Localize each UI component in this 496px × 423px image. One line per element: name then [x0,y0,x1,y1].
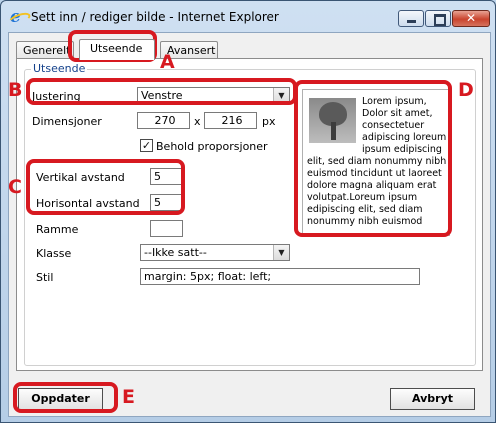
internet-explorer-icon: e [10,9,26,26]
border-label: Ramme [36,223,79,236]
tab-label: Utseende [90,42,143,55]
dimensions-separator: x [194,115,201,128]
annotation-label-c: C [8,176,22,198]
annotation-label-b: B [8,79,23,101]
chevron-down-icon[interactable]: ▼ [273,245,289,260]
annotation-label-e: E [122,386,135,408]
annotation-box-b [26,78,297,105]
minimize-icon [407,20,416,23]
style-input[interactable]: margin: 5px; float: left; [140,268,420,285]
dialog-window: e Sett inn / rediger bilde - Internet Ex… [0,0,496,423]
class-label: Klasse [36,247,72,260]
border-input[interactable] [150,220,183,237]
cancel-button[interactable]: Avbryt [390,388,475,410]
height-input[interactable]: 216 [204,112,257,129]
title-bar[interactable]: e Sett inn / rediger bilde - Internet Ex… [1,1,495,33]
tab-utseende[interactable]: Utseende [79,39,155,60]
window-title: Sett inn / rediger bilde - Internet Expl… [31,10,279,24]
close-icon: ✕ [465,11,477,25]
maximize-icon [434,14,446,26]
annotation-label-a: A [160,51,175,73]
annotation-label-d: D [458,79,474,101]
class-value: --Ikke satt-- [144,246,207,259]
dimensions-label: Dimensjoner [32,115,102,128]
annotation-box-e [13,382,118,413]
keep-proportions-label: Behold proporsjoner [156,140,268,153]
dimensions-unit: px [262,115,276,128]
close-button[interactable]: ✕ [452,10,490,27]
annotation-box-c [26,159,185,215]
style-label: Stil [36,271,54,284]
fieldset-legend: Utseende [31,62,88,75]
width-input[interactable]: 270 [137,112,190,129]
minimize-button[interactable] [398,10,424,27]
tab-generelt[interactable]: Generelt [16,41,74,59]
keep-proportions-checkbox[interactable]: ✓ [140,139,153,152]
tab-label: Generelt [23,44,71,57]
annotation-box-d [294,80,452,237]
maximize-button[interactable] [425,10,451,27]
class-select[interactable]: --Ikke satt-- ▼ [140,244,290,261]
